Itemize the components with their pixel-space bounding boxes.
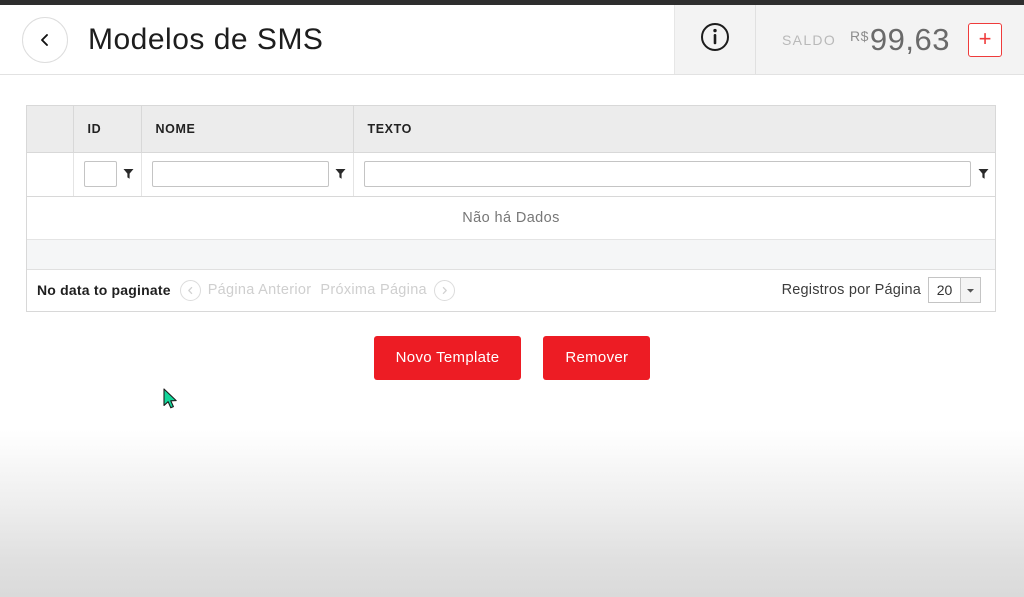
app-viewport: Modelos de SMS SALDO R$ 99,63 + ID NOME … <box>0 0 1024 597</box>
pagination-bar: No data to paginate Página Anterior Próx… <box>27 269 995 311</box>
filter-cell-nome <box>141 152 354 197</box>
column-header-id[interactable]: ID <box>73 106 142 153</box>
filter-cell-texto <box>353 152 995 197</box>
pagination-right: Registros por Página 20 <box>782 277 981 303</box>
saldo-label: SALDO <box>782 31 837 48</box>
info-button[interactable] <box>675 5 757 74</box>
add-balance-button[interactable]: + <box>968 22 1002 57</box>
app-header: Modelos de SMS SALDO R$ 99,63 + <box>0 5 1024 75</box>
per-page-select[interactable]: 20 <box>928 277 981 303</box>
circle-chevron-left-icon <box>179 279 201 301</box>
filter-funnel-icon-texto[interactable] <box>977 167 989 181</box>
balance-value: 99,63 <box>869 22 950 57</box>
table-empty-row: Não há Dados <box>27 196 995 240</box>
filter-cell-select <box>27 152 74 197</box>
page-title: Modelos de SMS <box>88 22 324 56</box>
next-page-button[interactable]: Próxima Página <box>320 279 455 301</box>
column-header-texto[interactable]: TEXTO <box>353 106 995 153</box>
header-left-section: Modelos de SMS <box>0 5 676 74</box>
remove-button[interactable]: Remover <box>543 335 651 380</box>
templates-table: ID NOME TEXTO Não há Dados <box>27 106 995 270</box>
action-buttons: Novo Template Remover <box>0 335 1024 380</box>
table-footer-band-cell <box>27 239 995 270</box>
filter-input-nome[interactable] <box>151 161 329 187</box>
page-content: ID NOME TEXTO Não há Dados No data to pa… <box>0 76 1024 380</box>
filter-funnel-icon-id[interactable] <box>123 167 135 181</box>
previous-page-button[interactable]: Página Anterior <box>179 279 312 301</box>
table-filter-row <box>27 152 995 197</box>
filter-cell-id <box>73 152 142 197</box>
per-page-value: 20 <box>928 277 960 303</box>
empty-message: Não há Dados <box>27 196 995 240</box>
table-header: ID NOME TEXTO <box>27 106 995 153</box>
per-page-label: Registros por Página <box>781 282 921 298</box>
info-circle-icon <box>699 21 731 58</box>
next-page-label: Próxima Página <box>320 282 427 298</box>
table-footer-band <box>27 239 995 270</box>
chevron-down-icon[interactable] <box>960 277 981 303</box>
templates-table-panel: ID NOME TEXTO Não há Dados No data to pa… <box>26 105 996 312</box>
balance-section: SALDO R$ 99,63 + <box>756 5 1024 74</box>
pagination-status: No data to paginate <box>37 282 171 298</box>
balance-currency: R$ <box>850 28 869 44</box>
filter-input-id[interactable] <box>83 161 117 187</box>
column-header-select[interactable] <box>27 106 74 153</box>
circle-chevron-right-icon <box>433 279 455 301</box>
column-header-nome[interactable]: NOME <box>141 106 354 153</box>
back-button[interactable] <box>22 16 68 63</box>
chevron-left-icon <box>37 32 53 48</box>
previous-page-label: Página Anterior <box>207 282 312 298</box>
filter-funnel-icon-nome[interactable] <box>335 167 347 181</box>
table-header-row: ID NOME TEXTO <box>27 106 995 153</box>
new-template-button[interactable]: Novo Template <box>373 335 522 380</box>
pagination-left: No data to paginate Página Anterior Próx… <box>37 279 455 301</box>
filter-input-texto[interactable] <box>363 161 971 187</box>
balance-amount: R$ 99,63 <box>850 24 950 55</box>
mouse-pointer-icon <box>163 388 179 412</box>
